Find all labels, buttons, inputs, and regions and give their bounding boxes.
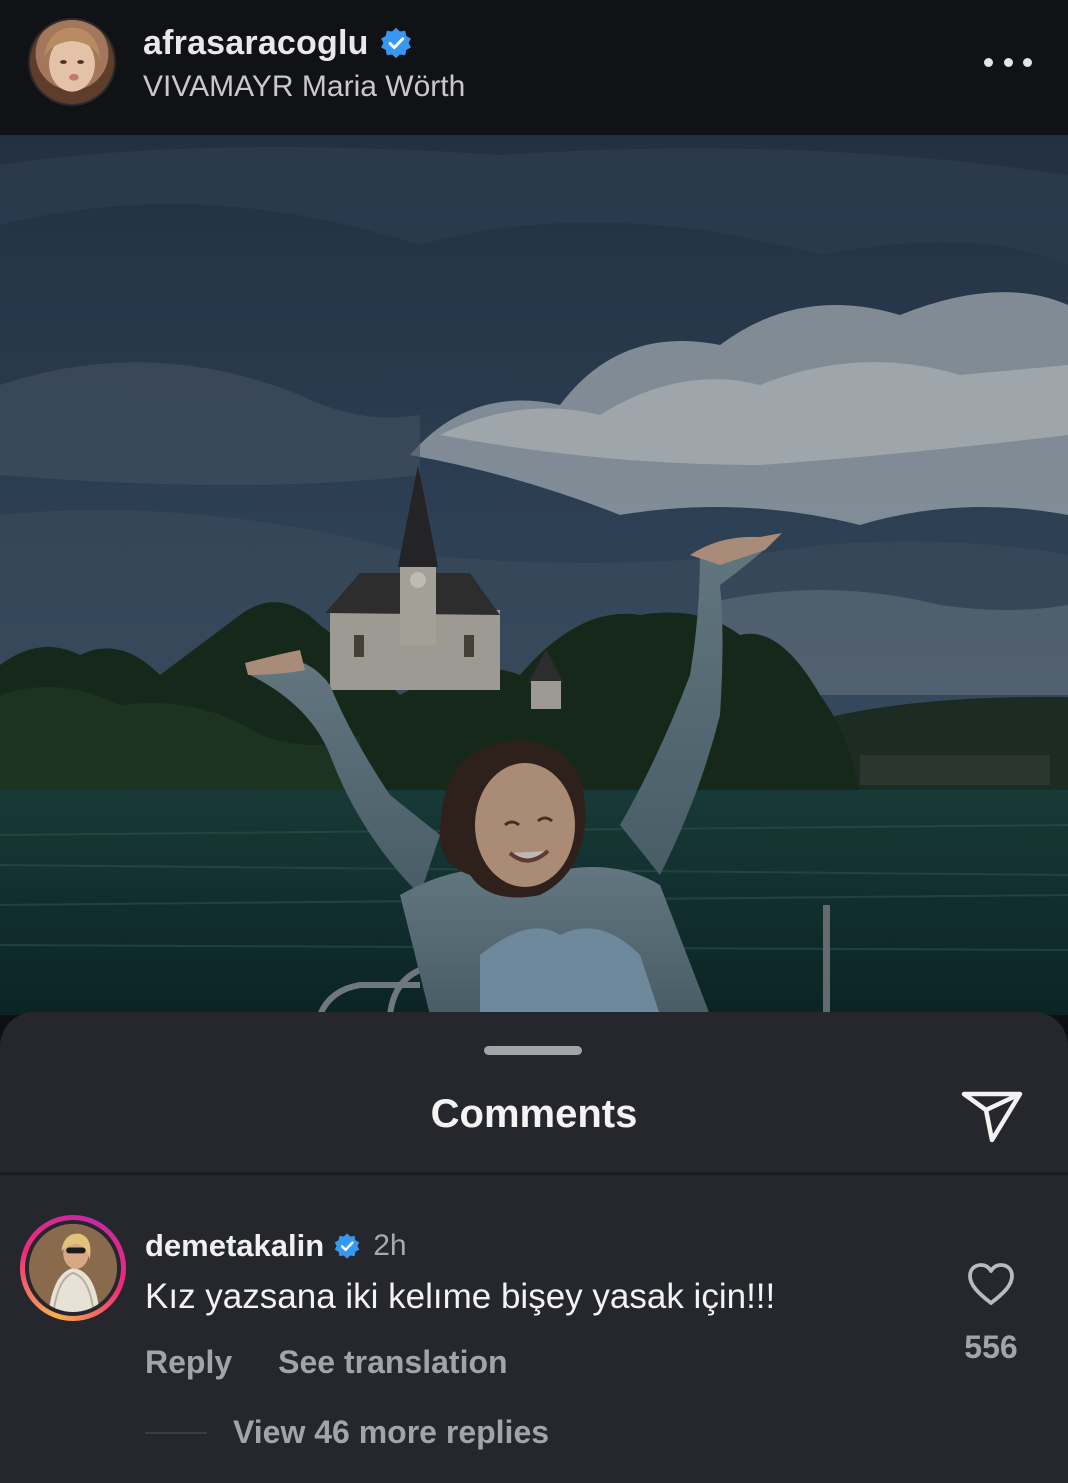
see-translation-button[interactable]: See translation: [278, 1344, 507, 1381]
lake-church-photo: [0, 135, 1068, 1015]
sheet-drag-handle[interactable]: [484, 1046, 582, 1055]
author-username[interactable]: afrasaracoglu: [143, 24, 369, 63]
author-name-row: afrasaracoglu: [143, 22, 413, 64]
replies-connector-line: [145, 1432, 207, 1434]
more-options-button[interactable]: [984, 50, 1032, 74]
more-horizontal-icon: [984, 57, 993, 67]
commenter-username[interactable]: demetakalin: [145, 1228, 324, 1264]
reply-button[interactable]: Reply: [145, 1344, 232, 1381]
commenter-avatar[interactable]: [20, 1215, 126, 1321]
sheet-divider: [0, 1172, 1068, 1175]
view-more-replies-button[interactable]: View 46 more replies: [233, 1414, 549, 1451]
comments-sheet: Comments demetakalin 2h Kız yazsana iki …: [0, 1012, 1068, 1483]
post-photo[interactable]: [0, 135, 1068, 1015]
heart-outline-icon[interactable]: [966, 1261, 1016, 1307]
send-icon[interactable]: [958, 1086, 1026, 1146]
comment-timestamp: 2h: [373, 1229, 407, 1262]
comment-item: demetakalin 2h Kız yazsana iki kelıme bi…: [0, 1177, 1068, 1483]
comment-meta: demetakalin 2h: [145, 1227, 407, 1265]
post-location[interactable]: VIVAMAYR Maria Wörth: [143, 70, 465, 104]
like-count: 556: [964, 1329, 1018, 1365]
comment-actions: Reply See translation: [145, 1344, 508, 1381]
verified-badge-icon: [334, 1233, 360, 1259]
comment-text: Kız yazsana iki kelıme bişey yasak için!…: [145, 1277, 776, 1316]
verified-badge-icon: [380, 27, 411, 59]
author-avatar[interactable]: [28, 18, 116, 106]
post-header: afrasaracoglu VIVAMAYR Maria Wörth: [0, 0, 1068, 135]
commenter-avatar-image: [29, 1224, 117, 1312]
comments-title: Comments: [430, 1092, 638, 1136]
author-avatar-image: [43, 27, 101, 92]
